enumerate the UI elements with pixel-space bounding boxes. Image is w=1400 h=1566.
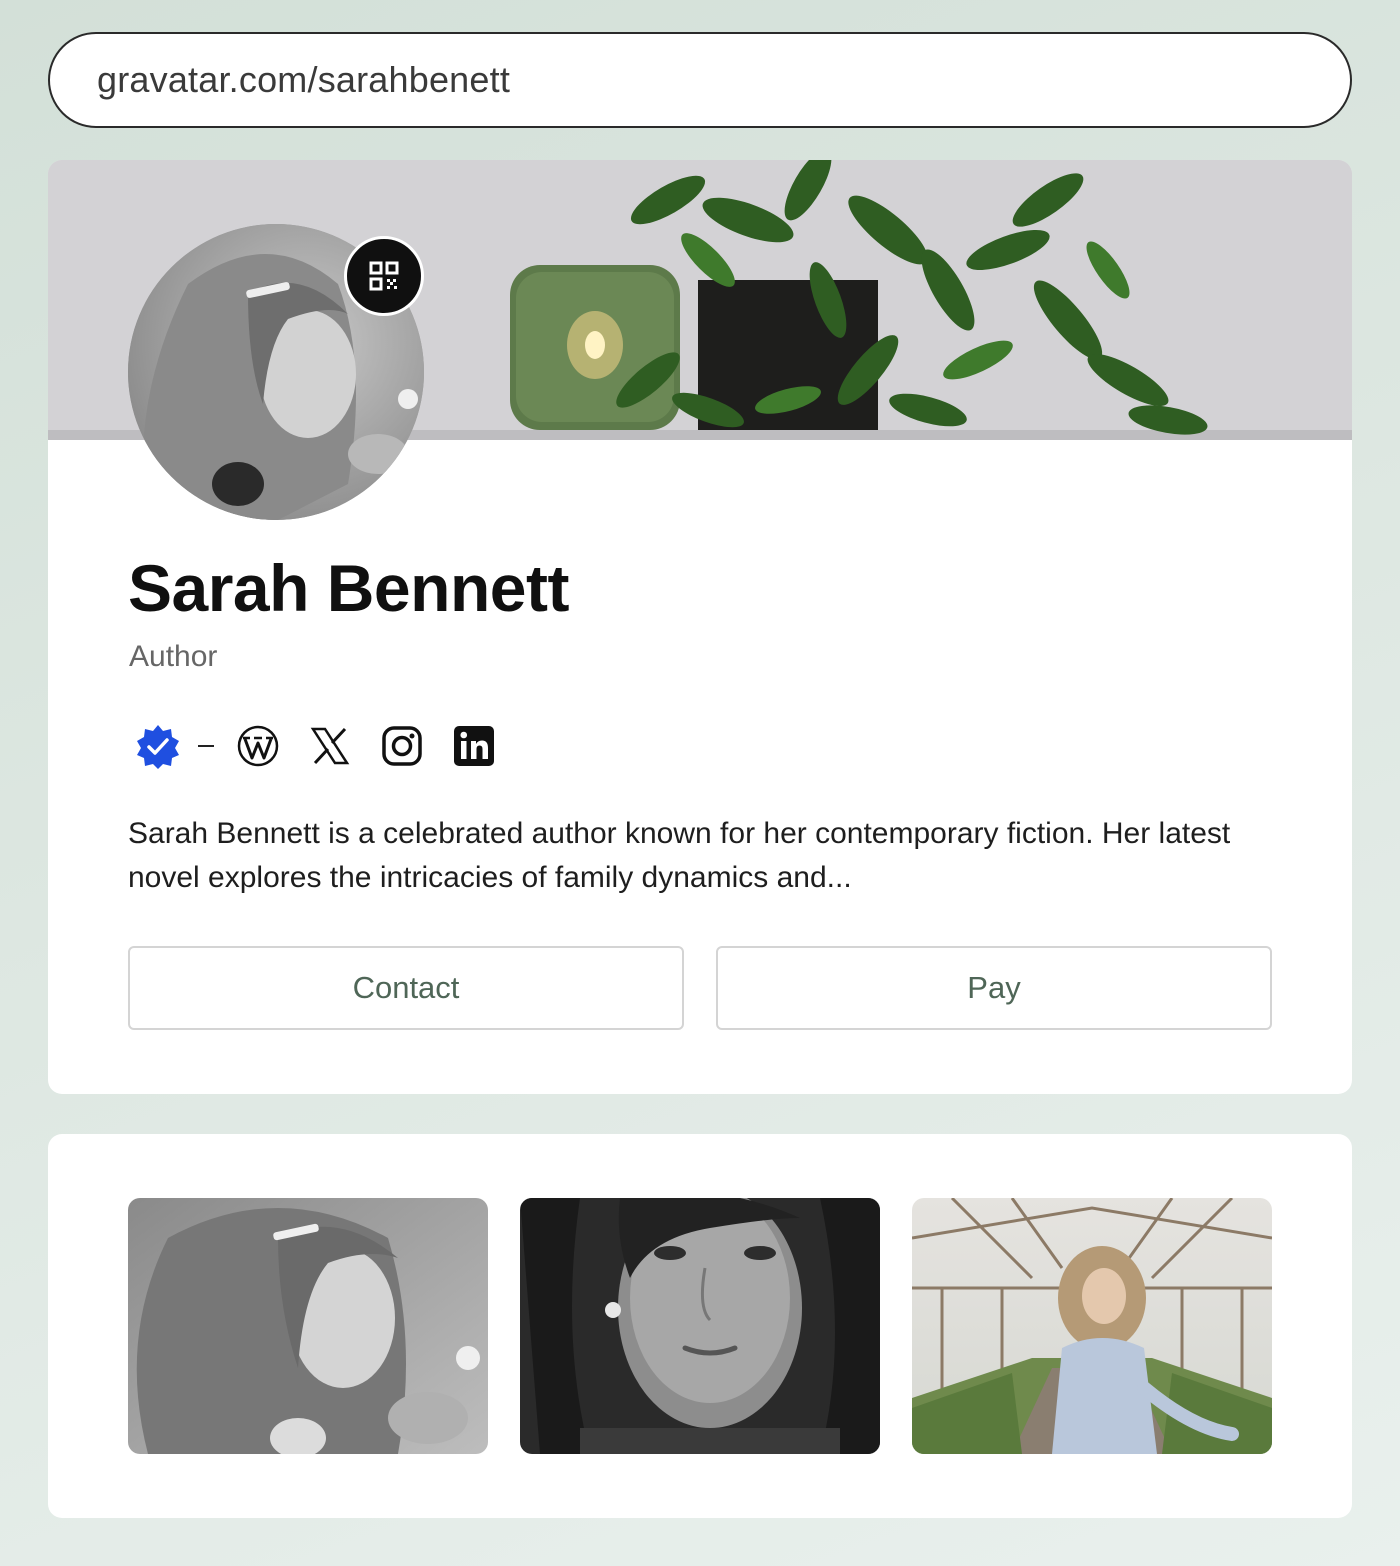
pay-button[interactable]: Pay (716, 946, 1272, 1030)
verified-badge-icon[interactable] (134, 722, 182, 770)
linkedin-icon[interactable] (450, 722, 498, 770)
profile-name: Sarah Bennett (128, 551, 569, 625)
gallery-photo[interactable] (128, 1198, 488, 1454)
qr-code-icon (369, 261, 399, 291)
instagram-icon[interactable] (378, 722, 426, 770)
photo-gallery (48, 1134, 1352, 1518)
profile-card: Sarah Bennett Author Sarah Bennett is a … (48, 160, 1352, 1094)
profile-bio: Sarah Bennett is a celebrated author kno… (128, 817, 1231, 894)
gallery-photo[interactable] (912, 1198, 1272, 1454)
social-links (134, 722, 498, 770)
separator (198, 745, 214, 747)
qr-code-button[interactable] (344, 236, 424, 316)
contact-button[interactable]: Contact (128, 946, 684, 1030)
profile-url-text: gravatar.com/sarahbenett (97, 59, 511, 100)
x-icon[interactable] (306, 722, 354, 770)
gallery-photo[interactable] (520, 1198, 880, 1454)
profile-url-field[interactable]: gravatar.com/sarahbenett (48, 32, 1352, 128)
wordpress-icon[interactable] (234, 722, 282, 770)
profile-role: Author (129, 640, 218, 673)
